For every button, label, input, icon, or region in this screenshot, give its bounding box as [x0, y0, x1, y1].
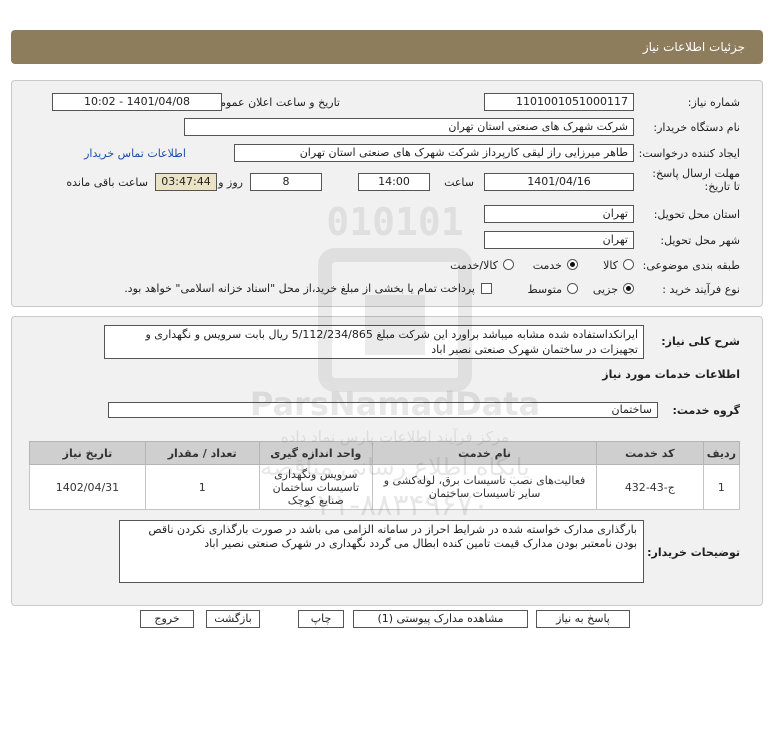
service-group-label: گروه خدمت: [672, 404, 740, 417]
deadline-time-field: 14:00 [358, 173, 430, 191]
buyer-notes-label: توضیحات خریدار: [647, 546, 740, 559]
need-number-label: شماره نیاز: [687, 96, 740, 109]
category-radio-goods[interactable] [623, 259, 634, 270]
process-option-medium: متوسط [527, 283, 562, 296]
need-number-field: 1101001051000117 [484, 93, 634, 111]
need-details-panel: شرح کلی نیاز: ایرانکداستفاده شده مشابه م… [11, 316, 763, 606]
remaining-time-field: 03:47:44 [155, 173, 217, 191]
col-service-code: کد خدمت [595, 441, 704, 465]
page-title: جزئیات اطلاعات نیاز [642, 40, 745, 54]
col-row: ردیف [702, 441, 741, 465]
category-radio-goods-service[interactable] [503, 259, 514, 270]
buyer-contact-link[interactable]: اطلاعات تماس خریدار [84, 147, 186, 160]
services-title: اطلاعات خدمات مورد نیاز [602, 368, 740, 381]
summary-field: ایرانکداستفاده شده مشابه میباشد براورد ا… [104, 325, 644, 359]
announce-label: تاریخ و ساعت اعلان عمومی: [207, 96, 340, 109]
need-info-panel: شماره نیاز: 1101001051000117 تاریخ و ساع… [11, 80, 763, 307]
cell-service-code: ج-43-432 [595, 464, 704, 510]
buyer-org-label: نام دستگاه خریدار: [653, 121, 740, 134]
category-option-service: خدمت [532, 259, 562, 272]
table-row: 1 ج-43-432 فعالیت‌های نصب تاسیسات برق، ل… [29, 464, 741, 510]
province-field: تهران [484, 205, 634, 223]
treasury-payment-checkbox[interactable] [481, 283, 492, 294]
announce-field: 1401/04/08 - 10:02 [52, 93, 222, 111]
process-radio-medium[interactable] [567, 283, 578, 294]
city-field: تهران [484, 231, 634, 249]
process-label: نوع فرآیند خرید : [662, 283, 740, 296]
services-table: ردیف کد خدمت نام خدمت واحد اندازه گیری ت… [29, 441, 741, 510]
process-option-minor: جزیی [592, 283, 618, 296]
reply-to-need-button[interactable]: پاسخ به نیاز [536, 610, 630, 628]
back-button[interactable]: بازگشت [206, 610, 260, 628]
exit-button[interactable]: خروج [140, 610, 194, 628]
cell-row: 1 [702, 464, 741, 510]
category-radio-service[interactable] [567, 259, 578, 270]
print-button[interactable]: چاپ [298, 610, 344, 628]
deadline-date-field: 1401/04/16 [484, 173, 634, 191]
category-label: طبقه بندی موضوعی: [642, 259, 740, 272]
service-group-field: ساختمان [108, 402, 658, 418]
col-unit: واحد اندازه گیری [258, 441, 374, 465]
category-option-goods: کالا [603, 259, 618, 272]
col-need-date: تاریخ نیاز [29, 441, 146, 465]
treasury-payment-note: پرداخت تمام یا بخشی از مبلغ خرید،از محل … [124, 282, 475, 295]
col-service-name: نام خدمت [372, 441, 597, 465]
summary-label: شرح کلی نیاز: [661, 335, 740, 348]
deadline-label: مهلت ارسال پاسخ: تا تاریخ: [652, 167, 740, 193]
buyer-org-field: شرکت شهرک های صنعتی استان تهران [184, 118, 634, 136]
creator-field: طاهر میرزایی راز لیقی کارپرداز شرکت شهرک… [234, 144, 634, 162]
creator-label: ایجاد کننده درخواست: [638, 147, 740, 160]
view-attachments-button[interactable]: مشاهده مدارک پیوستی (1) [353, 610, 528, 628]
time-label: ساعت [444, 176, 474, 189]
cell-quantity: 1 [144, 464, 260, 510]
services-table-header: ردیف کد خدمت نام خدمت واحد اندازه گیری ت… [29, 441, 741, 465]
province-label: استان محل تحویل: [653, 208, 740, 221]
category-option-goods-service: کالا/خدمت [450, 259, 498, 272]
process-radio-minor[interactable] [623, 283, 634, 294]
city-label: شهر محل تحویل: [660, 234, 740, 247]
cell-need-date: 1402/04/31 [29, 464, 146, 510]
col-quantity: تعداد / مقدار [144, 441, 260, 465]
page-header: جزئیات اطلاعات نیاز [11, 30, 763, 64]
cell-unit: سرویس ونگهداری تاسیسات ساختمان صنایع کوچ… [258, 464, 374, 510]
days-label: روز و [218, 176, 243, 189]
buyer-notes-field: بارگذاری مدارک خواسته شده در شرایط احراز… [119, 520, 644, 583]
cell-service-name: فعالیت‌های نصب تاسیسات برق، لوله‌کشی و س… [372, 464, 597, 510]
remaining-label: ساعت باقی مانده [66, 176, 148, 189]
days-field: 8 [250, 173, 322, 191]
